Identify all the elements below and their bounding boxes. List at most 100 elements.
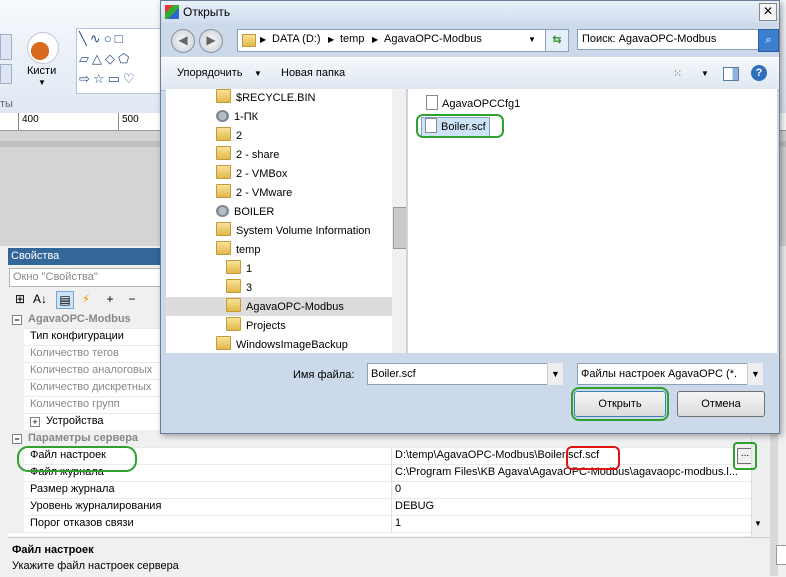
view-options-icon[interactable]: ⁙ [673,67,682,80]
pentagon-shape-icon[interactable]: ⬠ [118,51,132,66]
highlight-settings-file-key [17,446,137,472]
folder-icon [216,222,231,236]
filetype-dropdown-icon[interactable]: ▼ [747,363,763,385]
alphabetical-icon[interactable]: A↓ [32,291,48,307]
organize-button[interactable]: Упорядочить [177,67,242,79]
file-item[interactable]: AgavaOPCCfg1 [426,95,520,113]
preview-pane-icon[interactable] [723,67,739,81]
curve-shape-icon[interactable]: ∿ [90,31,104,46]
tree-scroll-thumb[interactable] [393,207,406,249]
tree-item[interactable]: BOILER [216,203,274,222]
dialog-titlebar[interactable]: Открыть ✕ [161,1,779,23]
tree-item-selected[interactable]: AgavaOPC-Modbus [226,298,344,317]
tree-item[interactable]: 3 [226,279,252,298]
oval-shape-icon[interactable]: ○ [104,31,115,46]
rect-shape-icon[interactable]: □ [115,31,126,46]
edge-tab[interactable] [776,545,786,565]
new-folder-button[interactable]: Новая папка [281,67,345,79]
dialog-footer: Имя файла: Boiler.scf ▼ Файлы настроек A… [161,353,779,433]
tree-item[interactable]: 1 [226,260,252,279]
search-button[interactable]: ⌕ [758,29,779,52]
collapse-icon[interactable]: − [12,315,22,325]
polygon-shape-icon[interactable]: ▱ [79,51,92,66]
dialog-title: Открыть [183,5,231,19]
breadcrumb-current[interactable]: AgavaOPC-Modbus [384,33,482,45]
scroll-down-icon[interactable]: ▼ [754,519,762,528]
brushes-dropdown-icon[interactable]: ▼ [38,78,46,87]
property-value[interactable]: 1 [391,515,755,532]
cancel-button[interactable]: Отмена [677,391,765,417]
breadcrumb-temp[interactable]: temp [340,33,364,45]
filename-dropdown-icon[interactable]: ▼ [547,363,563,385]
tree-item[interactable]: $RECYCLE.BIN [216,89,315,108]
folder-icon [226,260,241,274]
address-dropdown-icon[interactable]: ▼ [528,35,536,44]
categorized-icon[interactable]: ⊞ [12,291,28,307]
forward-arrow-icon: ▶ [206,33,216,47]
brush-icon[interactable] [27,32,59,64]
select-tool-icon[interactable] [0,34,12,60]
arrow-shape-icon[interactable]: ⇨ [79,71,93,86]
close-button[interactable]: ✕ [759,3,777,21]
tree-item[interactable]: 2 [216,127,242,146]
property-value[interactable]: 0 [391,481,755,498]
remove-icon[interactable]: − [124,291,140,307]
ruler-tick: 400 [18,113,39,130]
open-dialog: Открыть ✕ ◀ ▶ ▶ DATA (D:) ▶ temp ▶ Agava… [160,0,780,434]
star-shape-icon[interactable]: ☆ [93,71,108,86]
properties-view-icon[interactable]: ▤ [56,291,74,309]
filename-input[interactable]: Boiler.scf [367,363,562,385]
back-button[interactable]: ◀ [171,29,195,53]
refresh-button[interactable]: ⇆ [545,29,569,52]
property-row[interactable]: Размер журнала 0 [8,481,751,499]
events-icon[interactable]: ⚡ [78,291,94,307]
line-shape-icon[interactable]: ╲ [79,31,90,46]
collapse-icon[interactable]: − [12,434,22,444]
filetype-select[interactable]: Файлы настроек AgavaOPC (*. [577,363,758,385]
add-icon[interactable]: + [102,291,118,307]
breadcrumb-separator[interactable]: ▶ [260,35,266,44]
highlight-selected-file [416,114,504,138]
breadcrumb-separator[interactable]: ▶ [372,35,378,44]
brushes-button[interactable]: Кисти [27,65,56,77]
organize-dropdown-icon[interactable]: ▼ [254,69,262,78]
tree-item[interactable]: 2 - VMware [216,184,292,203]
network-drive-icon [216,110,229,122]
view-dropdown-icon[interactable]: ▼ [701,69,709,78]
breadcrumb-separator[interactable]: ▶ [328,35,334,44]
folder-icon [216,184,231,198]
property-value[interactable]: DEBUG [391,498,755,515]
properties-toolbar: ⊞ A↓ ▤ ⚡ + − [8,289,162,309]
folder-tree: $RECYCLE.BIN 1-ПК 2 2 - share 2 - VMBox … [166,89,407,353]
network-drive-icon [216,205,229,217]
zoom-tool-icon[interactable] [0,64,12,84]
description-text: Укажите файл настроек сервера [12,560,179,572]
folder-icon [216,146,231,160]
shapes-gallery[interactable]: ╲∿○□ ▱△◇⬠ ⇨☆▭♡ [76,28,164,94]
forward-button[interactable]: ▶ [199,29,223,53]
tree-item[interactable]: Projects [226,317,286,336]
description-panel: Файл настроек Укажите файл настроек серв… [8,537,770,577]
property-row[interactable]: Уровень журналирования DEBUG [8,498,751,516]
file-icon [426,95,438,110]
tree-item[interactable]: WindowsImageBackup [216,336,348,353]
command-bar: Упорядочить ▼ Новая папка ⁙ ▼ ? [161,57,779,91]
search-input[interactable]: Поиск: AgavaOPC-Modbus [577,29,761,50]
tree-item[interactable]: 2 - VMBox [216,165,287,184]
property-row[interactable]: Порог отказов связи 1 [8,515,751,533]
properties-search-input[interactable]: Окно "Свойства" [9,268,164,287]
diamond-shape-icon[interactable]: ◇ [105,51,118,66]
callout-shape-icon[interactable]: ▭ [108,71,123,86]
address-bar[interactable]: ▶ DATA (D:) ▶ temp ▶ AgavaOPC-Modbus ▼ [237,29,569,52]
tree-item[interactable]: 2 - share [216,146,279,165]
expand-icon[interactable]: + [30,417,40,427]
tree-item[interactable]: 1-ПК [216,108,258,127]
tree-item[interactable]: temp [216,241,260,260]
folder-icon [216,127,231,141]
help-icon[interactable]: ? [751,65,767,81]
triangle-shape-icon[interactable]: △ [92,51,105,66]
file-list: AgavaOPCCfg1 Boiler.scf [408,89,777,353]
tree-item[interactable]: System Volume Information [216,222,371,241]
heart-shape-icon[interactable]: ♡ [123,71,138,86]
breadcrumb-drive[interactable]: DATA (D:) [272,33,320,45]
